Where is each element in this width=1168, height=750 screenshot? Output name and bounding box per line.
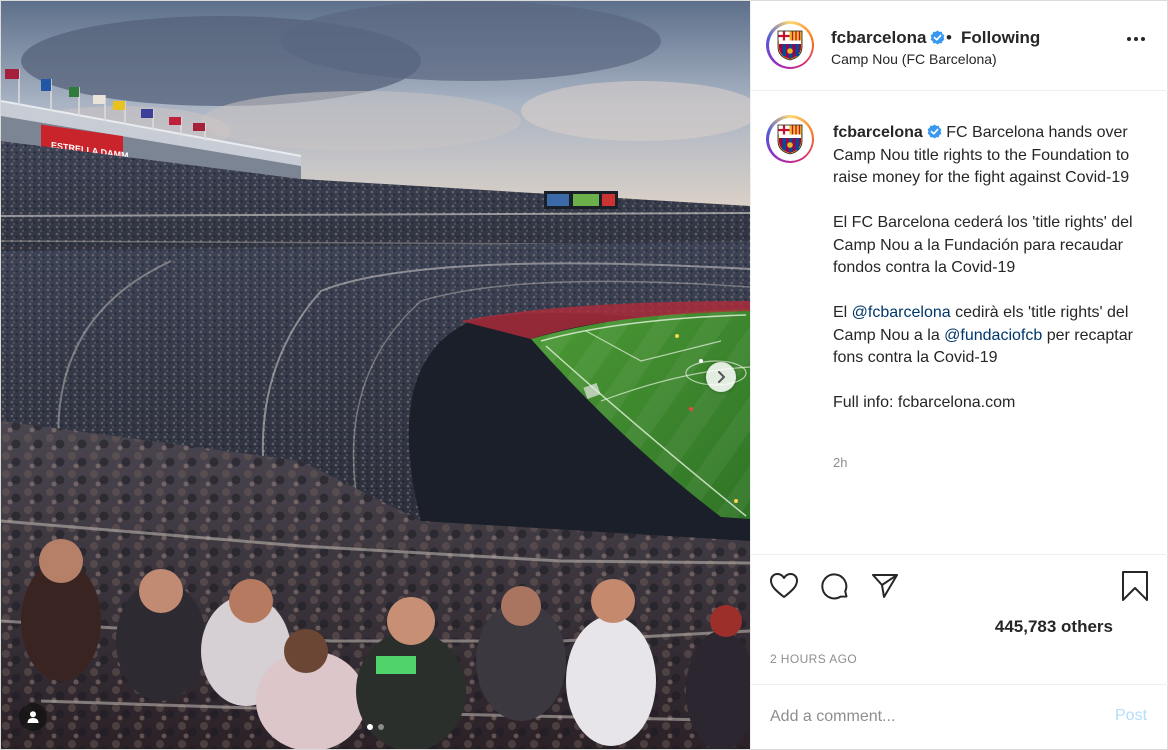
caption-paragraph-1: fcbarcelona FC Barcelona hands over Camp… [833,122,1133,190]
caption-paragraph-4: Full info: fcbarcelona.com [833,394,1016,411]
comment-button[interactable] [820,572,850,607]
next-photo-button[interactable] [706,362,736,392]
bookmark-icon [1122,571,1148,601]
caption-timestamp[interactable]: 2h [833,455,847,470]
post-side-panel: fcbarcelona • Following Camp Nou (FC Bar… [750,1,1168,749]
like-button[interactable] [769,572,799,605]
post-photo[interactable]: ESTRELLA DAMM [1,1,750,749]
comment-icon [821,573,848,600]
caption-avatar[interactable] [766,115,814,163]
mention-fundaciofcb[interactable]: @fundaciofcb [944,327,1042,344]
caption-text: fcbarcelona FC Barcelona hands over Camp… [833,122,1133,437]
avatar[interactable] [766,21,814,69]
header-username-text[interactable]: fcbarcelona [831,28,926,47]
caption-p3-pre: El [833,304,852,321]
football-pitch [531,309,750,519]
carousel-dot-2 [378,724,384,730]
post-header: fcbarcelona • Following Camp Nou (FC Bar… [751,1,1168,91]
save-button[interactable] [1121,570,1149,607]
fc-barcelona-crest-icon [777,30,803,61]
paper-plane-icon [872,574,898,598]
fc-barcelona-crest-icon [777,124,803,155]
share-button[interactable] [871,572,899,605]
carousel-dot-1 [367,724,373,730]
action-bar: 445,783 others 2 HOURS AGO [751,555,1168,695]
user-tags-button[interactable] [19,703,47,731]
comment-input[interactable] [770,705,1090,729]
more-options-icon[interactable] [1127,37,1145,41]
likes-count[interactable]: 445,783 others [995,617,1113,637]
location-link[interactable]: Camp Nou (FC Barcelona) [831,51,997,67]
post-age: 2 HOURS AGO [770,652,858,666]
caption-paragraph-2: El FC Barcelona cederá los 'title rights… [833,214,1133,276]
post-comment-button[interactable]: Post [1115,707,1147,725]
following-button[interactable]: Following [961,28,1040,48]
caption-paragraph-3: El @fcbarcelona cedirà els 'title rights… [833,302,1133,370]
caption-username[interactable]: fcbarcelona [833,124,942,141]
verified-badge-icon [927,124,942,139]
mention-fcbarcelona[interactable]: @fcbarcelona [852,304,951,321]
instagram-post: ESTRELLA DAMM fcbarcelona • Following Ca… [0,0,1168,750]
header-username[interactable]: fcbarcelona [831,28,945,48]
heart-icon [770,573,798,598]
comment-bar: Post [751,684,1168,749]
user-tag-icon [27,711,39,723]
carousel-indicator [367,724,384,730]
verified-badge-icon [931,30,945,45]
stadium-photo: ESTRELLA DAMM [1,1,750,749]
caption-username-text[interactable]: fcbarcelona [833,124,923,141]
chevron-right-icon [718,371,725,383]
header-separator: • [946,28,952,47]
caption-section: fcbarcelona FC Barcelona hands over Camp… [751,91,1168,555]
